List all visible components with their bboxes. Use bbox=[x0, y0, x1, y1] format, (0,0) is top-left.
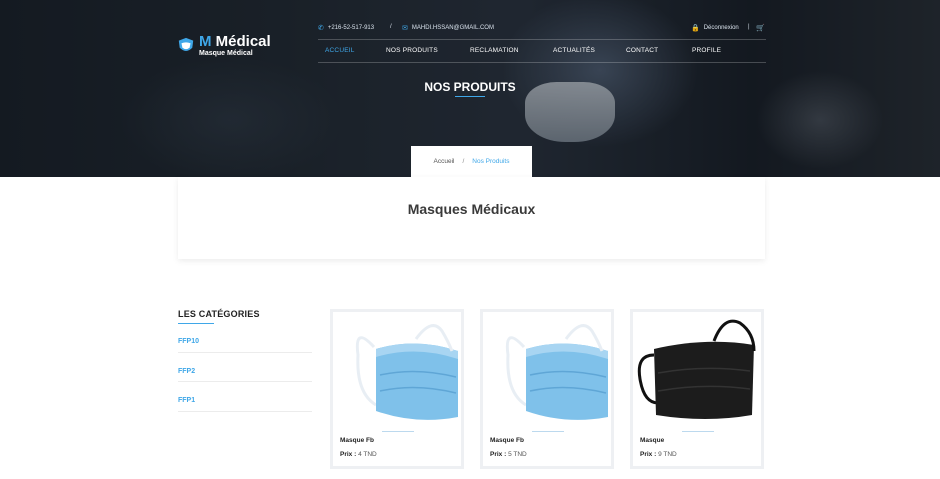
topbar-divider: | bbox=[748, 24, 750, 30]
breadcrumb-home[interactable]: Accueil bbox=[434, 158, 455, 165]
image-separator bbox=[682, 431, 714, 432]
hero-title: NOS PRODUITS bbox=[424, 80, 516, 94]
nav-bottom-divider bbox=[318, 62, 766, 63]
envelope-icon: ✉ bbox=[402, 25, 408, 32]
breadcrumb-current: Nos Produits bbox=[472, 158, 510, 165]
image-separator bbox=[532, 431, 564, 432]
page-title-card: Masques Médicaux bbox=[178, 177, 765, 259]
contact-separator: / bbox=[390, 24, 392, 30]
categories-heading-underline bbox=[178, 323, 214, 324]
lock-icon: 🔒 bbox=[691, 25, 700, 32]
product-name[interactable]: Masque Fb bbox=[490, 437, 524, 444]
breadcrumb-separator: / bbox=[462, 158, 465, 165]
phone-icon: ✆ bbox=[318, 25, 324, 32]
phone-contact[interactable]: ✆ +216-52-517-913 bbox=[318, 24, 374, 32]
black-mask-image bbox=[637, 319, 756, 419]
site-logo[interactable]: M Médical Masque Médical bbox=[177, 34, 271, 57]
breadcrumb: Accueil / Nos Produits bbox=[411, 146, 532, 177]
logo-subtitle: Masque Médical bbox=[199, 50, 253, 57]
category-divider bbox=[178, 352, 312, 353]
page-title: Masques Médicaux bbox=[407, 201, 536, 217]
product-price: Prix : 5 TND bbox=[490, 451, 527, 458]
product-name[interactable]: Masque Fb bbox=[340, 437, 374, 444]
nav-accueil[interactable]: ACCUEIL bbox=[325, 47, 355, 54]
image-separator bbox=[382, 431, 414, 432]
logout-link[interactable]: 🔒 Déconnexion bbox=[691, 24, 739, 32]
product-card[interactable]: Masque Fb Prix : 5 TND bbox=[480, 309, 614, 469]
logout-label: Déconnexion bbox=[703, 25, 739, 31]
nav-top-divider bbox=[318, 39, 766, 40]
product-price: Prix : 9 TND bbox=[640, 451, 677, 458]
phone-number: +216-52-517-913 bbox=[327, 25, 375, 31]
email-address: MAHDI.HSSAN@GMAIL.COM bbox=[411, 25, 494, 31]
nav-nos-produits[interactable]: NOS PRODUITS bbox=[386, 47, 438, 54]
category-link-ffp1[interactable]: FFP1 bbox=[178, 397, 312, 404]
mask-logo-icon bbox=[178, 37, 194, 51]
product-card[interactable]: Masque Fb Prix : 4 TND bbox=[330, 309, 464, 469]
categories-heading: LES CATÉGORIES bbox=[178, 309, 260, 319]
blue-surgical-mask-image bbox=[355, 324, 458, 420]
hero-title-underline bbox=[455, 96, 485, 97]
product-card[interactable]: Masque Prix : 9 TND bbox=[630, 309, 764, 469]
product-price: Prix : 4 TND bbox=[340, 451, 377, 458]
cart-icon[interactable]: 🛒 bbox=[756, 24, 765, 32]
hero-banner: M Médical Masque Médical ✆ +216-52-517-9… bbox=[0, 0, 940, 177]
blue-surgical-mask-image bbox=[505, 324, 608, 420]
email-contact[interactable]: ✉ MAHDI.HSSAN@GMAIL.COM bbox=[402, 24, 494, 32]
nav-profile[interactable]: PROFILE bbox=[692, 47, 721, 54]
top-contact-bar: ✆ +216-52-517-913 / ✉ MAHDI.HSSAN@GMAIL.… bbox=[318, 24, 766, 34]
nav-reclamation[interactable]: RECLAMATION bbox=[470, 47, 519, 54]
category-divider bbox=[178, 381, 312, 382]
main-nav: ACCUEIL NOS PRODUITS RECLAMATION ACTUALI… bbox=[318, 43, 766, 59]
product-name[interactable]: Masque bbox=[640, 437, 664, 444]
nav-actualites[interactable]: ACTUALITÉS bbox=[553, 47, 595, 54]
category-link-ffp10[interactable]: FFP10 bbox=[178, 338, 312, 345]
category-divider bbox=[178, 411, 312, 412]
logo-title: M Médical bbox=[199, 33, 271, 50]
nav-contact[interactable]: CONTACT bbox=[626, 47, 658, 54]
category-link-ffp2[interactable]: FFP2 bbox=[178, 368, 312, 375]
